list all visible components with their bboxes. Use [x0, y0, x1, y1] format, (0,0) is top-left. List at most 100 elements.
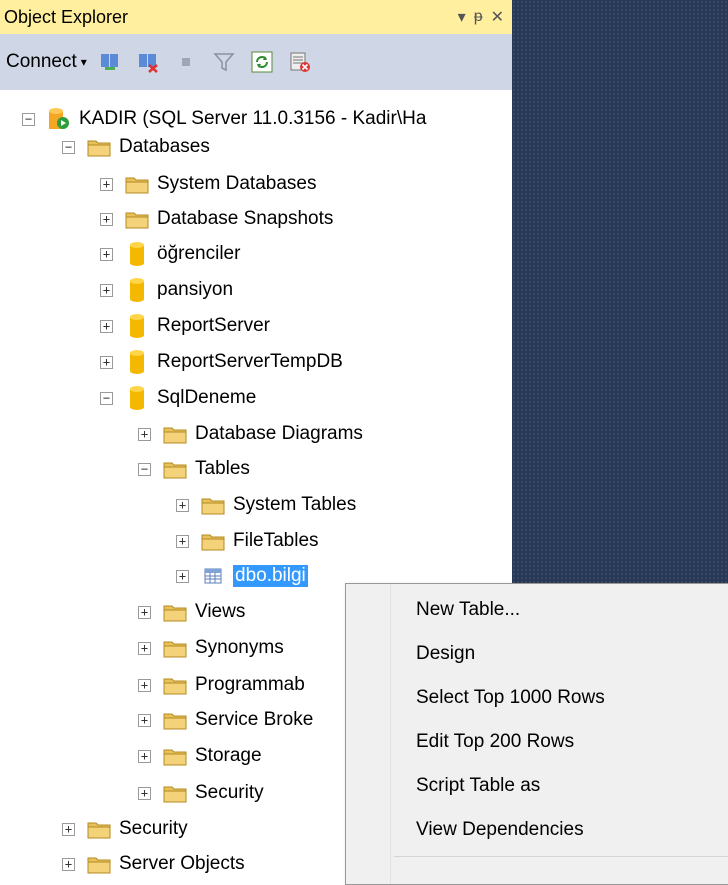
- close-icon[interactable]: ✕: [491, 7, 504, 27]
- menu-item-select-top-1000[interactable]: Select Top 1000 Rows: [416, 680, 605, 716]
- expand-icon[interactable]: +: [176, 569, 189, 583]
- tree-node-label: System Tables: [233, 494, 357, 515]
- tree-node-databases[interactable]: − Databases: [62, 130, 210, 164]
- expand-icon[interactable]: +: [100, 212, 113, 226]
- folder-icon: [163, 708, 187, 732]
- activity-monitor-icon[interactable]: [289, 51, 311, 73]
- tree-node-filetables[interactable]: + FileTables: [176, 524, 319, 558]
- database-icon: [125, 278, 149, 302]
- tree-node-label: FileTables: [233, 530, 319, 551]
- connect-object-explorer-icon[interactable]: [99, 51, 121, 73]
- expand-icon[interactable]: +: [100, 247, 113, 261]
- stop-icon[interactable]: [175, 51, 197, 73]
- tree-node-label: Service Broke: [195, 709, 314, 730]
- menu-item-label: New Table...: [416, 599, 521, 620]
- tree-node-sqldeneme[interactable]: − SqlDeneme: [100, 381, 256, 415]
- menu-item-label: View Dependencies: [416, 819, 584, 840]
- folder-icon: [163, 744, 187, 768]
- connect-button[interactable]: Connect ▾: [0, 51, 99, 73]
- expand-icon[interactable]: +: [176, 534, 189, 548]
- expand-icon[interactable]: +: [138, 427, 151, 441]
- folder-icon: [163, 600, 187, 624]
- tree-node-views[interactable]: + Views: [138, 595, 245, 629]
- table-icon: [201, 564, 225, 588]
- folder-icon: [87, 135, 111, 159]
- expand-icon[interactable]: +: [100, 355, 113, 369]
- tree-node-label: dbo.bilgi: [233, 565, 308, 587]
- menu-item-new-table[interactable]: New Table...: [416, 592, 520, 628]
- tree-node-security[interactable]: + Security: [62, 812, 188, 846]
- expand-icon[interactable]: +: [100, 283, 113, 297]
- window-position-dropdown-icon[interactable]: ▾: [458, 7, 466, 27]
- menu-item-view-dependencies[interactable]: View Dependencies: [416, 812, 584, 848]
- expand-icon[interactable]: +: [138, 678, 151, 692]
- collapse-icon[interactable]: −: [138, 462, 151, 476]
- menu-item-design[interactable]: Design: [416, 636, 475, 672]
- tree-node-label: ReportServerTempDB: [157, 351, 343, 372]
- expand-icon[interactable]: +: [138, 641, 151, 655]
- tree-node-label: KADIR (SQL Server 11.0.3156 - Kadir\Ha: [79, 108, 427, 129]
- collapse-icon[interactable]: −: [22, 112, 35, 126]
- tree-node-system-databases[interactable]: + System Databases: [100, 167, 316, 201]
- tree-node-label: Server Objects: [119, 853, 245, 874]
- refresh-icon[interactable]: [251, 51, 273, 73]
- auto-hide-pin-icon[interactable]: ᵽ: [474, 8, 483, 26]
- context-menu-icon-gutter: [346, 584, 391, 884]
- tree-node-label: Views: [195, 601, 246, 622]
- tree-node-label: Security: [119, 818, 188, 839]
- tree-node-label: Programmab: [195, 674, 305, 695]
- expand-icon[interactable]: +: [138, 786, 151, 800]
- tree-node-label: öğrenciler: [157, 243, 241, 264]
- object-explorer-toolbar: Connect ▾: [0, 34, 512, 90]
- expand-icon[interactable]: +: [62, 857, 75, 871]
- expand-icon[interactable]: +: [176, 498, 189, 512]
- database-icon: [125, 386, 149, 410]
- tree-node-programmability[interactable]: + Programmab: [138, 668, 305, 702]
- panel-title: Object Explorer: [4, 6, 129, 27]
- menu-item-label: Edit Top 200 Rows: [416, 731, 575, 752]
- expand-icon[interactable]: +: [100, 177, 113, 191]
- folder-icon: [163, 673, 187, 697]
- folder-icon: [163, 781, 187, 805]
- tree-node-label: Database Diagrams: [195, 423, 363, 444]
- tree-node-label: System Databases: [157, 173, 317, 194]
- folder-icon: [201, 493, 225, 517]
- tree-node-service-broker[interactable]: + Service Broke: [138, 703, 313, 737]
- tree-node-dbo-bilgi[interactable]: + dbo.bilgi: [176, 559, 308, 593]
- expand-icon[interactable]: +: [138, 713, 151, 727]
- expand-icon[interactable]: +: [100, 319, 113, 333]
- tree-node-reportserver[interactable]: + ReportServer: [100, 309, 270, 343]
- tree-node-label: ReportServer: [157, 315, 270, 336]
- tree-node-database-diagrams[interactable]: + Database Diagrams: [138, 417, 363, 451]
- collapse-icon[interactable]: −: [62, 140, 75, 154]
- expand-icon[interactable]: +: [138, 749, 151, 763]
- menu-item-label: Select Top 1000 Rows: [416, 687, 605, 708]
- context-menu-separator: [394, 856, 728, 857]
- menu-item-label: Script Table as: [416, 775, 541, 796]
- chevron-down-icon: ▾: [80, 55, 87, 69]
- tree-node-database-snapshots[interactable]: + Database Snapshots: [100, 202, 333, 236]
- tree-node-label: Synonyms: [195, 637, 284, 658]
- tree-node-storage[interactable]: + Storage: [138, 739, 262, 773]
- collapse-icon[interactable]: −: [100, 391, 113, 405]
- folder-icon: [125, 207, 149, 231]
- tree-node-tables[interactable]: − Tables: [138, 452, 250, 486]
- tree-node-ogrenciler[interactable]: + öğrenciler: [100, 237, 240, 271]
- menu-item-edit-top-200[interactable]: Edit Top 200 Rows: [416, 724, 574, 760]
- tree-node-label: SqlDeneme: [157, 387, 257, 408]
- panel-title-bar: Object Explorer ▾ ᵽ ✕: [0, 0, 512, 34]
- server-icon: [47, 107, 71, 131]
- menu-item-script-table-as[interactable]: Script Table as: [416, 768, 540, 804]
- tree-node-pansiyon[interactable]: + pansiyon: [100, 273, 233, 307]
- expand-icon[interactable]: +: [62, 822, 75, 836]
- folder-icon: [87, 852, 111, 874]
- tree-node-synonyms[interactable]: + Synonyms: [138, 631, 284, 665]
- tree-node-server-objects[interactable]: + Server Objects: [62, 847, 245, 874]
- filter-icon[interactable]: [213, 51, 235, 73]
- folder-icon: [163, 422, 187, 446]
- tree-node-reportservertempdb[interactable]: + ReportServerTempDB: [100, 345, 343, 379]
- disconnect-icon[interactable]: [137, 51, 159, 73]
- tree-node-db-security[interactable]: + Security: [138, 776, 264, 810]
- tree-node-system-tables[interactable]: + System Tables: [176, 488, 356, 522]
- expand-icon[interactable]: +: [138, 605, 151, 619]
